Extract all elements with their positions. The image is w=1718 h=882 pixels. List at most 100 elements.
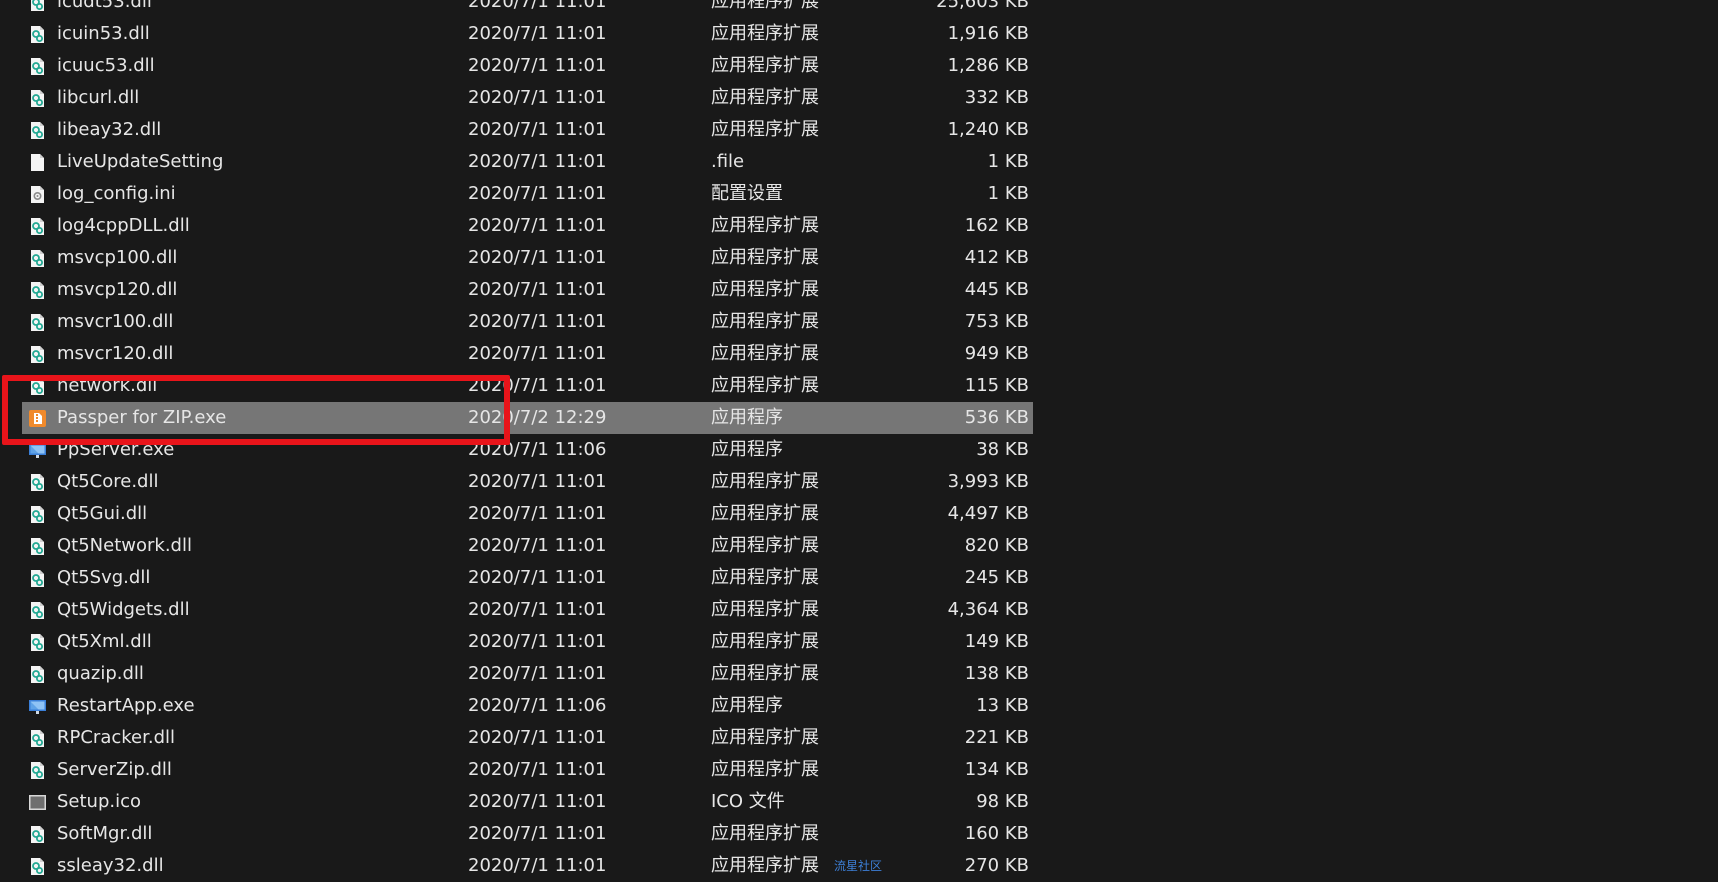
file-size: 332 KB	[964, 87, 1029, 108]
dll-icon	[28, 633, 47, 652]
dll-icon	[28, 665, 47, 684]
file-row[interactable]: RPCracker.dll 2020/7/1 11:01 应用程序扩展 221 KB	[0, 722, 1718, 754]
file-type: 应用程序扩展	[711, 823, 819, 844]
file-size: 162 KB	[964, 215, 1029, 236]
file-date-modified: 2020/7/1 11:01	[468, 183, 607, 204]
file-row[interactable]: msvcp120.dll 2020/7/1 11:01 应用程序扩展 445 KB	[0, 274, 1718, 306]
file-size: 270 KB	[964, 855, 1029, 876]
dll-icon	[28, 89, 47, 108]
file-row[interactable]: log_config.ini 2020/7/1 11:01 配置设置 1 KB	[0, 178, 1718, 210]
file-date-modified: 2020/7/1 11:01	[468, 535, 607, 556]
file-date-modified: 2020/7/1 11:01	[468, 599, 607, 620]
file-name: LiveUpdateSetting	[57, 151, 224, 172]
file-size: 98 KB	[976, 791, 1029, 812]
file-date-modified: 2020/7/1 11:01	[468, 855, 607, 876]
file-name: msvcr120.dll	[57, 343, 174, 364]
file-name: msvcp100.dll	[57, 247, 178, 268]
file-size: 753 KB	[964, 311, 1029, 332]
file-name: ssleay32.dll	[57, 855, 164, 876]
file-type: 应用程序扩展	[711, 759, 819, 780]
file-name: log_config.ini	[57, 183, 176, 204]
file-type: 应用程序扩展	[711, 663, 819, 684]
dll-icon	[28, 729, 47, 748]
dll-icon	[28, 345, 47, 364]
file-date-modified: 2020/7/1 11:01	[468, 823, 607, 844]
file-type: 应用程序扩展	[711, 631, 819, 652]
file-date-modified: 2020/7/1 11:01	[468, 55, 607, 76]
file-name: libeay32.dll	[57, 119, 162, 140]
file-size: 160 KB	[964, 823, 1029, 844]
file-row[interactable]: Qt5Svg.dll 2020/7/1 11:01 应用程序扩展 245 KB	[0, 562, 1718, 594]
file-name: msvcr100.dll	[57, 311, 174, 332]
file-row[interactable]: ssleay32.dll 2020/7/1 11:01 应用程序扩展 270 KB 流星…	[0, 850, 1718, 882]
file-type: 应用程序扩展	[711, 343, 819, 364]
file-row[interactable]: Qt5Network.dll 2020/7/1 11:01 应用程序扩展 820 KB	[0, 530, 1718, 562]
file-row[interactable]: icuuc53.dll 2020/7/1 11:01 应用程序扩展 1,286 KB	[0, 50, 1718, 82]
file-row[interactable]: log4cppDLL.dll 2020/7/1 11:01 应用程序扩展 162 KB	[0, 210, 1718, 242]
dll-icon	[28, 57, 47, 76]
file-name: Qt5Xml.dll	[57, 631, 152, 652]
file-date-modified: 2020/7/1 11:01	[468, 215, 607, 236]
file-name: Qt5Gui.dll	[57, 503, 148, 524]
file-size: 3,993 KB	[947, 471, 1029, 492]
exe-icon	[28, 697, 47, 716]
file-name: Qt5Core.dll	[57, 471, 159, 492]
file-size: 1,916 KB	[947, 23, 1029, 44]
dll-icon	[28, 537, 47, 556]
file-row[interactable]: msvcr100.dll 2020/7/1 11:01 应用程序扩展 753 KB	[0, 306, 1718, 338]
file-row[interactable]: Setup.ico 2020/7/1 11:01 ICO 文件 98 KB	[0, 786, 1718, 818]
file-row[interactable]: Qt5Core.dll 2020/7/1 11:01 应用程序扩展 3,993 KB	[0, 466, 1718, 498]
file-row[interactable]: RestartApp.exe 2020/7/1 11:06 应用程序 13 KB	[0, 690, 1718, 722]
file-size: 820 KB	[964, 535, 1029, 556]
file-name: libcurl.dll	[57, 87, 140, 108]
file-row[interactable]: Qt5Xml.dll 2020/7/1 11:01 应用程序扩展 149 KB	[0, 626, 1718, 658]
dll-icon	[28, 25, 47, 44]
file-name: RPCracker.dll	[57, 727, 176, 748]
file-name: log4cppDLL.dll	[57, 215, 190, 236]
file-type: 应用程序扩展	[711, 567, 819, 588]
file-type: 应用程序扩展	[711, 279, 819, 300]
file-name: icuuc53.dll	[57, 55, 155, 76]
file-row[interactable]: SoftMgr.dll 2020/7/1 11:01 应用程序扩展 160 KB	[0, 818, 1718, 850]
file-size: 245 KB	[964, 567, 1029, 588]
file-type: 应用程序扩展	[711, 0, 819, 12]
file-date-modified: 2020/7/1 11:01	[468, 151, 607, 172]
dll-icon	[28, 825, 47, 844]
file-date-modified: 2020/7/1 11:01	[468, 247, 607, 268]
file-date-modified: 2020/7/1 11:01	[468, 279, 607, 300]
file-type: 应用程序	[711, 439, 783, 460]
file-row[interactable]: msvcr120.dll 2020/7/1 11:01 应用程序扩展 949 KB	[0, 338, 1718, 370]
file-name: Setup.ico	[57, 791, 142, 812]
file-size: 1,286 KB	[947, 55, 1029, 76]
file-date-modified: 2020/7/1 11:01	[468, 23, 607, 44]
dll-icon	[28, 473, 47, 492]
file-row[interactable]: LiveUpdateSetting 2020/7/1 11:01 .file 1 KB	[0, 146, 1718, 178]
dll-icon	[28, 249, 47, 268]
dll-icon	[28, 313, 47, 332]
dll-icon	[28, 121, 47, 140]
file-name: ServerZip.dll	[57, 759, 172, 780]
file-row[interactable]: libcurl.dll 2020/7/1 11:01 应用程序扩展 332 KB	[0, 82, 1718, 114]
file-row[interactable]: icudt53.dll 2020/7/1 11:01 应用程序扩展 25,603 KB	[0, 0, 1718, 18]
file-size: 115 KB	[964, 375, 1029, 396]
file-date-modified: 2020/7/1 11:01	[468, 727, 607, 748]
file-row[interactable]: msvcp100.dll 2020/7/1 11:01 应用程序扩展 412 KB	[0, 242, 1718, 274]
file-row[interactable]: Qt5Gui.dll 2020/7/1 11:01 应用程序扩展 4,497 KB	[0, 498, 1718, 530]
file-type: 应用程序	[711, 695, 783, 716]
file-size: 4,364 KB	[947, 599, 1029, 620]
file-row[interactable]: icuin53.dll 2020/7/1 11:01 应用程序扩展 1,916 KB	[0, 18, 1718, 50]
file-size: 149 KB	[964, 631, 1029, 652]
dll-icon	[28, 217, 47, 236]
file-row[interactable]: quazip.dll 2020/7/1 11:01 应用程序扩展 138 KB	[0, 658, 1718, 690]
file-date-modified: 2020/7/1 11:01	[468, 87, 607, 108]
file-date-modified: 2020/7/1 11:01	[468, 119, 607, 140]
dll-icon	[28, 505, 47, 524]
file-row[interactable]: Qt5Widgets.dll 2020/7/1 11:01 应用程序扩展 4,364 …	[0, 594, 1718, 626]
file-name: Qt5Network.dll	[57, 535, 192, 556]
file-date-modified: 2020/7/1 11:01	[468, 791, 607, 812]
file-date-modified: 2020/7/1 11:01	[468, 503, 607, 524]
file-type: 应用程序扩展	[711, 119, 819, 140]
config-file-icon	[28, 185, 47, 204]
file-row[interactable]: ServerZip.dll 2020/7/1 11:01 应用程序扩展 134 KB	[0, 754, 1718, 786]
file-row[interactable]: libeay32.dll 2020/7/1 11:01 应用程序扩展 1,240 KB	[0, 114, 1718, 146]
